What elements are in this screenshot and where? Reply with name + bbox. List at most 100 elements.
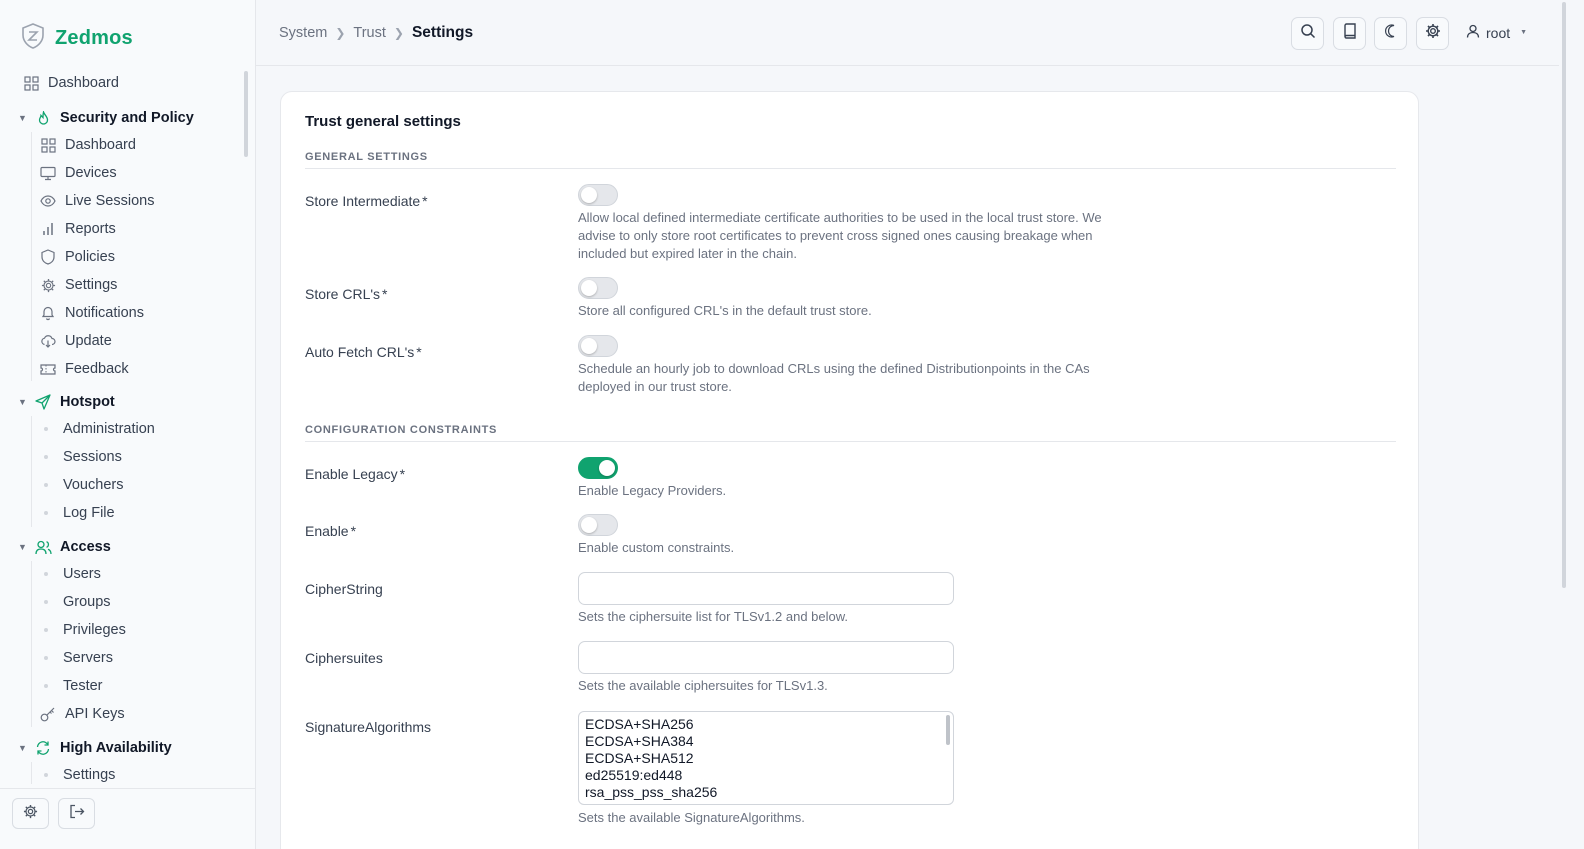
sidebar-item-devices[interactable]: Devices: [39, 160, 117, 186]
sidebar-item-notifications[interactable]: Notifications: [39, 300, 144, 326]
sidebar-item-label: Settings: [63, 767, 116, 783]
toggle-knob: [581, 338, 597, 354]
brand[interactable]: Zedmos: [21, 23, 133, 54]
cloud-download-icon: [39, 332, 57, 350]
sidebar-item-update[interactable]: Update: [39, 328, 112, 354]
sidebar-item-tester[interactable]: Tester: [44, 673, 103, 699]
trust-settings-card: Trust general settings GENERAL SETTINGS …: [280, 91, 1419, 849]
bell-icon: [39, 304, 57, 322]
sidebar-item-ha-settings[interactable]: Settings: [44, 762, 115, 784]
user-name: root: [1486, 24, 1511, 41]
search-button[interactable]: [1291, 17, 1324, 50]
auto-fetch-crls-toggle[interactable]: [578, 335, 618, 357]
sidebar-item-reports[interactable]: Reports: [39, 216, 116, 242]
cipherstring-input[interactable]: [578, 572, 954, 605]
sidebar-item-log-file[interactable]: Log File: [44, 500, 115, 526]
gear-icon: [39, 276, 57, 294]
select-option[interactable]: ECDSA+SHA512: [585, 750, 953, 767]
sidebar-item-label: Sessions: [63, 449, 122, 465]
sidebar-section-hotspot[interactable]: ▼ Hotspot: [18, 389, 115, 415]
select-option[interactable]: ECDSA+SHA256: [585, 716, 953, 733]
docs-button[interactable]: [1333, 17, 1366, 50]
sidebar-item-label: Log File: [63, 505, 115, 521]
enable-legacy-label: Enable Legacy *: [305, 466, 405, 482]
bar-chart-icon: [39, 220, 57, 238]
brand-name: Zedmos: [55, 27, 133, 49]
sidebar-item-settings[interactable]: Settings: [39, 272, 117, 298]
select-scrollbar[interactable]: [946, 715, 950, 745]
user-menu[interactable]: root ▼: [1466, 24, 1527, 41]
ciphersuites-input[interactable]: [578, 641, 954, 674]
sidebar-section-security-and-policy[interactable]: ▼ Security and Policy: [18, 105, 194, 131]
page-scrollbar[interactable]: [1559, 0, 1584, 849]
breadcrumb-trust[interactable]: Trust: [353, 25, 386, 41]
ticket-icon: [39, 360, 57, 378]
chevron-down-icon: ▼: [18, 113, 27, 123]
sidebar-item-label: Administration: [63, 421, 155, 437]
sidebar-item-api-keys[interactable]: API Keys: [39, 701, 125, 727]
sidebar-section-label: High Availability: [60, 740, 172, 756]
top-bar: System ❯ Trust ❯ Settings root ▼: [256, 0, 1559, 66]
sidebar-item-sessions[interactable]: Sessions: [44, 444, 122, 470]
sidebar-item-label: API Keys: [65, 706, 125, 722]
select-option[interactable]: rsa_pss_pss_sha384: [585, 801, 953, 804]
sidebar-item-dashboard[interactable]: Dashboard: [22, 70, 119, 96]
signature-algorithms-select[interactable]: ECDSA+SHA256 ECDSA+SHA384 ECDSA+SHA512 e…: [578, 711, 954, 805]
sidebar-item-sp-dashboard[interactable]: Dashboard: [39, 132, 136, 158]
sidebar-scrollbar[interactable]: [244, 71, 248, 157]
sidebar-item-users[interactable]: Users: [44, 561, 101, 587]
grid-icon: [22, 74, 40, 92]
sidebar-item-vouchers[interactable]: Vouchers: [44, 472, 123, 498]
logout-button[interactable]: [58, 798, 95, 829]
settings-button[interactable]: [1416, 17, 1449, 50]
sidebar-item-label: Dashboard: [48, 75, 119, 91]
ciphersuites-help: Sets the available ciphersuites for TLSv…: [578, 678, 828, 693]
moon-icon: [1384, 24, 1397, 43]
breadcrumb-system[interactable]: System: [279, 25, 327, 41]
field-label: Enable Legacy: [305, 466, 398, 482]
select-option[interactable]: ed25519:ed448: [585, 767, 953, 784]
store-intermediate-toggle[interactable]: [578, 184, 618, 206]
sidebar-item-label: Notifications: [65, 305, 144, 321]
sidebar-item-servers[interactable]: Servers: [44, 645, 113, 671]
bullet-icon: [44, 511, 48, 515]
bullet-icon: [44, 684, 48, 688]
field-label: Store Intermediate: [305, 193, 421, 209]
store-crls-toggle[interactable]: [578, 277, 618, 299]
sidebar-item-groups[interactable]: Groups: [44, 589, 111, 615]
theme-toggle-button[interactable]: [1374, 17, 1407, 50]
sidebar-item-policies[interactable]: Policies: [39, 244, 115, 270]
select-option[interactable]: rsa_pss_pss_sha256: [585, 784, 953, 801]
sidebar-section-high-availability[interactable]: ▼ High Availability: [18, 735, 172, 761]
monitor-icon: [39, 164, 57, 182]
select-option[interactable]: ECDSA+SHA384: [585, 733, 953, 750]
toggle-knob: [581, 517, 597, 533]
enable-legacy-toggle[interactable]: [578, 457, 618, 479]
required-mark: *: [382, 286, 388, 302]
required-mark: *: [350, 523, 357, 539]
sidebar-item-feedback[interactable]: Feedback: [39, 356, 129, 382]
sidebar-item-label: Settings: [65, 277, 118, 293]
sidebar-section-label: Hotspot: [60, 394, 115, 410]
cipherstring-label: CipherString: [305, 581, 383, 597]
key-icon: [39, 705, 57, 723]
sidebar-item-administration[interactable]: Administration: [44, 416, 155, 442]
enable-toggle[interactable]: [578, 514, 618, 536]
toggle-knob: [599, 460, 615, 476]
breadcrumb-current: Settings: [411, 24, 474, 41]
sidebar-item-label: Groups: [63, 594, 111, 610]
users-icon: [34, 538, 52, 556]
sidebar-item-label: Vouchers: [63, 477, 124, 493]
divider: [31, 132, 32, 381]
page-scrollbar-thumb[interactable]: [1562, 2, 1566, 588]
store-crls-help: Store all configured CRL's in the defaul…: [578, 303, 872, 318]
sidebar-section-access[interactable]: ▼ Access: [18, 534, 111, 560]
sidebar-item-label: Tester: [63, 678, 103, 694]
store-intermediate-label: Store Intermediate *: [305, 193, 428, 209]
bullet-icon: [44, 455, 48, 459]
settings-button[interactable]: [12, 798, 49, 829]
logout-icon: [69, 804, 85, 824]
sidebar-item-live-sessions[interactable]: Live Sessions: [39, 188, 154, 214]
sidebar-item-label: Devices: [65, 165, 117, 181]
sidebar-item-privileges[interactable]: Privileges: [44, 617, 126, 643]
